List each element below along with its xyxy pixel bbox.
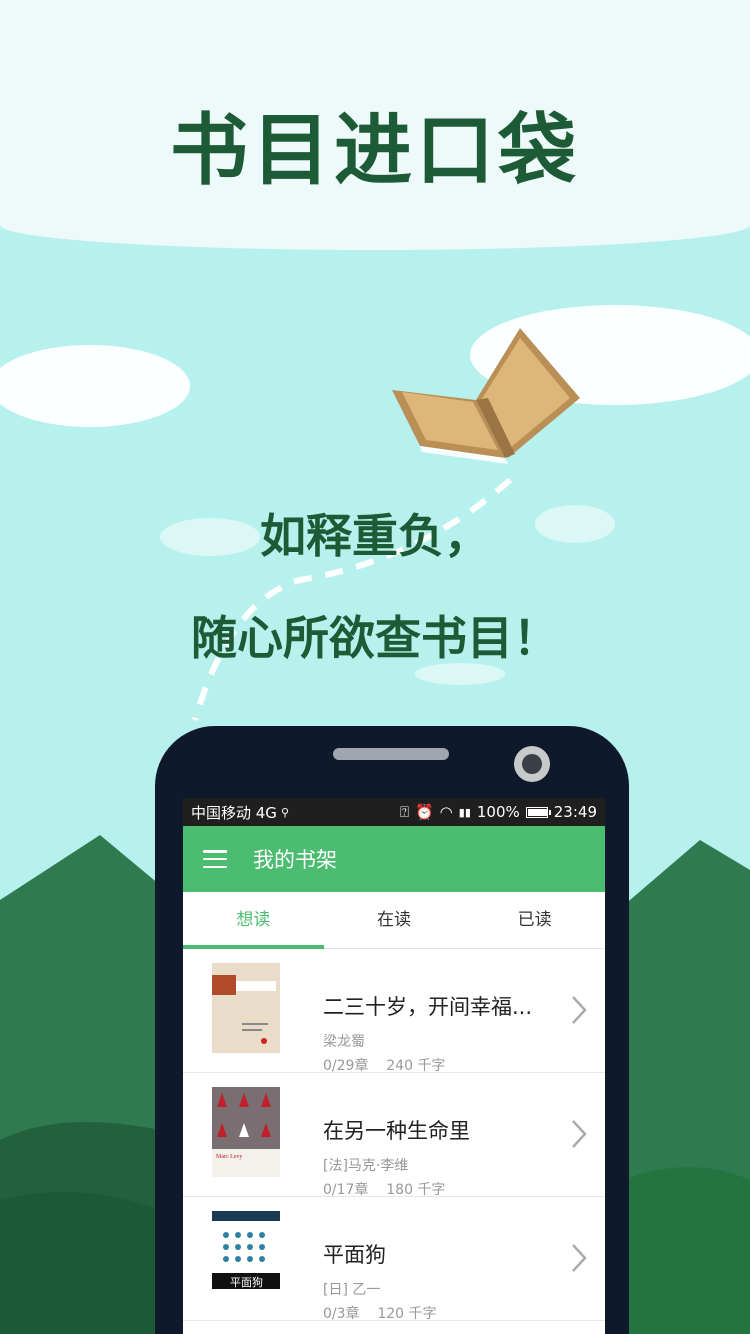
tab-read[interactable]: 已读	[464, 892, 605, 948]
chevron-right-icon[interactable]	[571, 995, 587, 1025]
phone-speaker	[333, 748, 449, 760]
menu-icon[interactable]	[203, 850, 227, 868]
book-cover: Marc Levy	[212, 1087, 280, 1177]
tab-reading[interactable]: 在读	[324, 892, 465, 948]
tagline-line-1: 如释重负，	[260, 509, 490, 563]
app-title: 我的书架	[253, 848, 337, 872]
book-chapters: 0/29章	[323, 1058, 369, 1074]
chevron-right-icon[interactable]	[571, 1243, 587, 1273]
book-chapters: 0/3章	[323, 1306, 360, 1322]
alarm-icon: ⏰	[414, 803, 434, 821]
book-title: 平面狗	[323, 1243, 386, 1267]
battery-percent: 100%	[476, 803, 520, 821]
book-author: 梁龙蜀	[323, 1034, 365, 1050]
book-item[interactable]: 平面狗 平面狗 [日] 乙一 0/3章 120 千字	[183, 1197, 605, 1323]
phone-camera	[514, 746, 550, 782]
tab-want-to-read[interactable]: 想读	[183, 892, 324, 948]
book-item[interactable]: 二三十岁，开间幸福... 梁龙蜀 0/29章 240 千字	[183, 949, 605, 1075]
book-meta: 0/29章 240 千字	[323, 1055, 445, 1075]
battery-icon	[525, 806, 551, 818]
book-title: 二三十岁，开间幸福...	[323, 995, 533, 1019]
book-author: [日] 乙一	[323, 1282, 381, 1298]
wifi-icon: ◠	[439, 803, 453, 821]
tagline-line-2: 随心所欲查书目！	[191, 611, 559, 665]
flying-book-icon	[392, 328, 580, 464]
book-title: 在另一种生命里	[323, 1119, 470, 1143]
flight-path	[192, 477, 512, 721]
carrier-label: 中国移动 4G	[191, 803, 277, 822]
shelf-tabs: 想读 在读 已读	[183, 892, 605, 949]
book-words: 240 千字	[386, 1058, 446, 1074]
book-cover: 平面狗	[212, 1211, 280, 1301]
book-cover	[212, 963, 280, 1053]
search-icon: ⚲	[280, 805, 289, 819]
book-item[interactable]: Marc Levy 在另一种生命里 [法]马克·李维 0/17章 180 千字	[183, 1073, 605, 1199]
cover-text: 平面狗	[230, 1276, 263, 1289]
signal-4g-icon: ▮▮	[458, 805, 471, 819]
cover-text: Marc Levy	[216, 1154, 243, 1160]
phone-mockup: 中国移动 4G ⚲ ⍰ ⏰ ◠ ▮▮ 100% 23:49 我的书架 想读 在读…	[155, 726, 629, 1334]
status-time: 23:49	[553, 803, 597, 821]
book-meta: 0/17章 180 千字	[323, 1179, 445, 1199]
book-author: [法]马克·李维	[323, 1158, 409, 1174]
book-words: 180 千字	[386, 1182, 446, 1198]
app-bar: 我的书架	[183, 826, 605, 892]
vibrate-icon: ⍰	[399, 803, 409, 821]
book-meta: 0/3章 120 千字	[323, 1303, 437, 1323]
phone-screen: 中国移动 4G ⚲ ⍰ ⏰ ◠ ▮▮ 100% 23:49 我的书架 想读 在读…	[183, 798, 605, 1334]
chevron-right-icon[interactable]	[571, 1119, 587, 1149]
book-chapters: 0/17章	[323, 1182, 369, 1198]
book-words: 120 千字	[377, 1306, 437, 1322]
book-list: 二三十岁，开间幸福... 梁龙蜀 0/29章 240 千字 Marc Levy	[183, 949, 605, 1323]
status-bar: 中国移动 4G ⚲ ⍰ ⏰ ◠ ▮▮ 100% 23:49	[183, 798, 605, 826]
